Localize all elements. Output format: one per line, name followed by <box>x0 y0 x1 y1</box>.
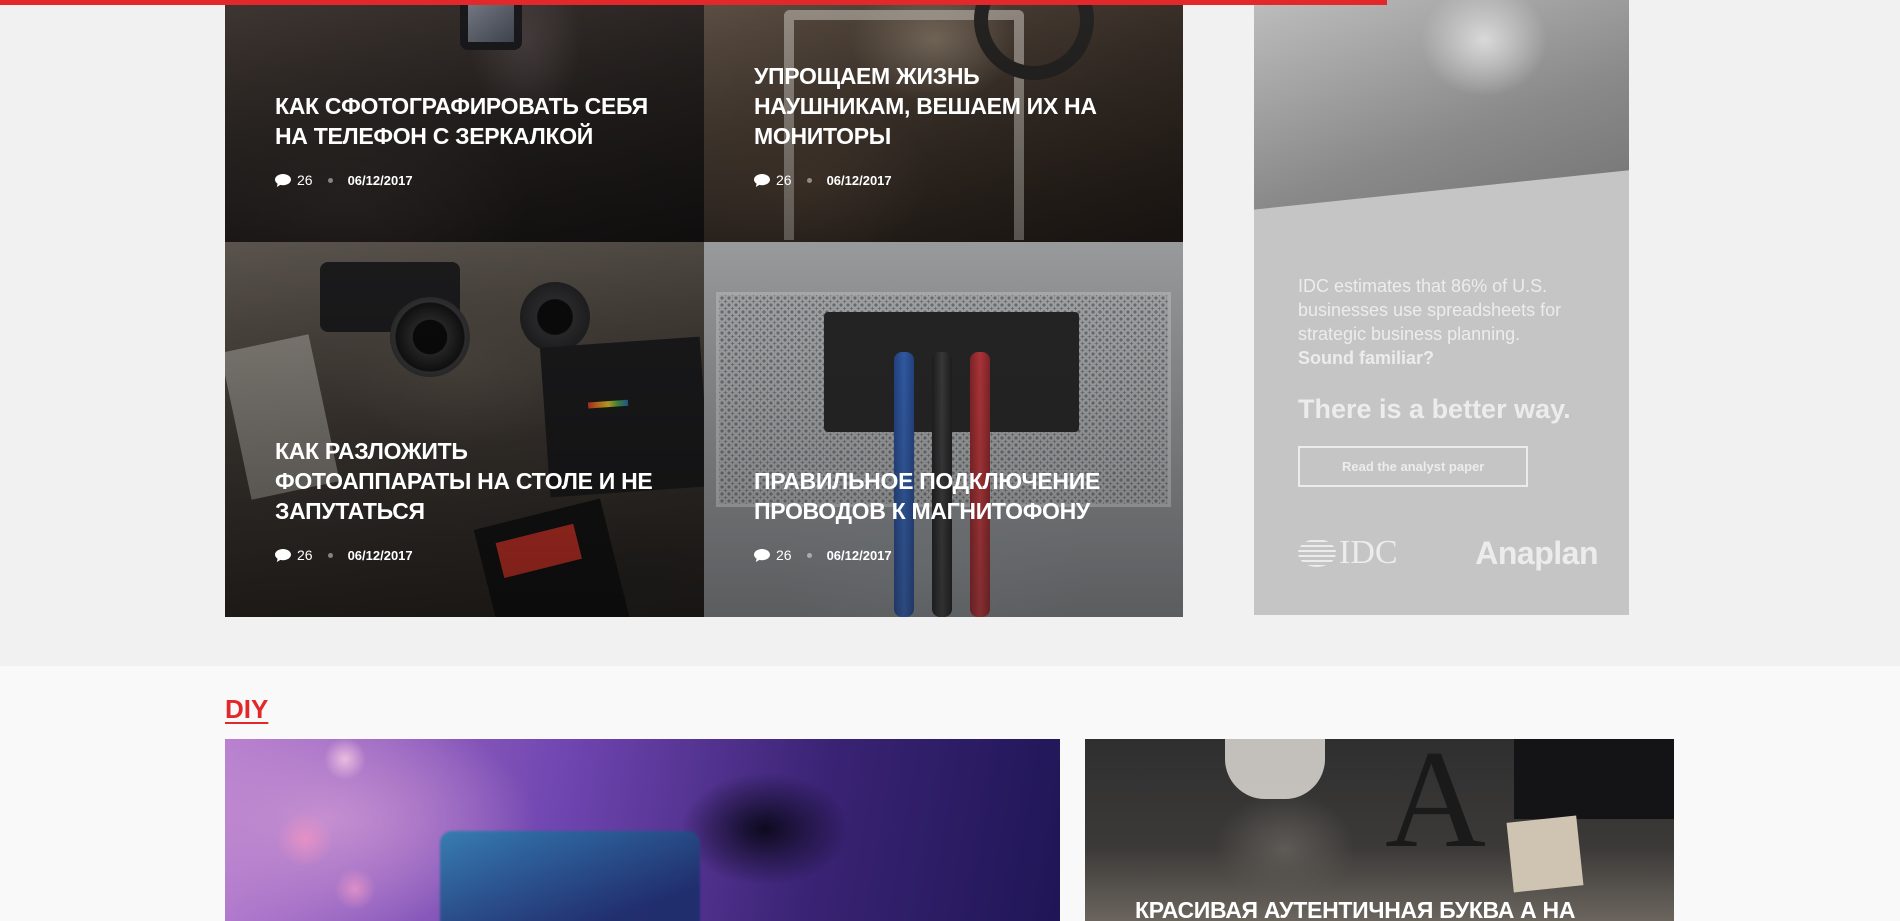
post-date: 06/12/2017 <box>347 172 413 188</box>
post-card[interactable]: УПРОЩАЕМ ЖИЗНЬ НАУШНИКАМ, ВЕШАЕМ ИХ НА М… <box>704 0 1183 242</box>
posts-grid: КАК СФОТОГРАФИРОВАТЬ СЕБЯ НА ТЕЛЕФОН С З… <box>225 0 1183 617</box>
diy-post-card[interactable]: A КРАСИВАЯ АУТЕНТИЧНАЯ БУКВА А НА <box>1085 739 1674 921</box>
comment-count[interactable]: 26 <box>776 172 792 188</box>
post-card[interactable]: КАК СФОТОГРАФИРОВАТЬ СЕБЯ НА ТЕЛЕФОН С З… <box>225 0 704 242</box>
diy-post-card-large[interactable] <box>225 739 1060 921</box>
post-title[interactable]: КАК СФОТОГРАФИРОВАТЬ СЕБЯ НА ТЕЛЕФОН С З… <box>275 91 654 151</box>
post-meta: 26 06/12/2017 <box>754 172 1133 188</box>
section-title-diy[interactable]: DIY <box>225 694 268 725</box>
comment-icon <box>754 173 770 187</box>
meta-separator <box>327 552 333 558</box>
comment-count[interactable]: 26 <box>297 172 313 188</box>
idc-globe-icon <box>1298 539 1336 567</box>
ad-cta-button[interactable]: Read the analyst paper <box>1298 446 1529 487</box>
ad-question: Sound familiar? <box>1298 348 1435 368</box>
post-title[interactable]: КАК РАЗЛОЖИТЬ ФОТОАППАРАТЫ НА СТОЛЕ И НЕ… <box>275 436 654 526</box>
meta-separator <box>806 552 812 558</box>
meta-separator <box>327 177 333 183</box>
reading-progress-bar <box>0 0 1387 5</box>
meta-separator <box>806 177 812 183</box>
diy-section: DIY A КРАСИВАЯ АУТЕНТИЧНАЯ БУКВА А НА <box>0 666 1900 921</box>
ad-photo <box>1254 0 1629 240</box>
comment-icon <box>754 548 770 562</box>
post-title[interactable]: КРАСИВАЯ АУТЕНТИЧНАЯ БУКВА А НА <box>1135 897 1575 921</box>
post-image <box>440 831 700 921</box>
post-date: 06/12/2017 <box>826 547 892 563</box>
anaplan-logo: Anaplan <box>1475 534 1598 571</box>
post-date: 06/12/2017 <box>826 172 892 188</box>
comment-icon <box>275 548 291 562</box>
comment-count[interactable]: 26 <box>297 547 313 563</box>
post-date: 06/12/2017 <box>347 547 413 563</box>
post-image-letter: A <box>1385 739 1487 877</box>
post-meta: 26 06/12/2017 <box>275 172 654 188</box>
post-meta: 26 06/12/2017 <box>275 547 654 563</box>
ad-logos: IDC Anaplan <box>1298 534 1598 572</box>
ad-headline: There is a better way. <box>1298 394 1571 424</box>
sidebar-ad-banner[interactable]: IDC estimates that 86% of U.S. businesse… <box>1254 0 1629 615</box>
post-title[interactable]: УПРОЩАЕМ ЖИЗНЬ НАУШНИКАМ, ВЕШАЕМ ИХ НА М… <box>754 61 1133 151</box>
top-posts-section: КАК СФОТОГРАФИРОВАТЬ СЕБЯ НА ТЕЛЕФОН С З… <box>0 0 1900 666</box>
post-meta: 26 06/12/2017 <box>754 547 1133 563</box>
post-card[interactable]: КАК РАЗЛОЖИТЬ ФОТОАППАРАТЫ НА СТОЛЕ И НЕ… <box>225 242 704 617</box>
ad-body-text: IDC estimates that 86% of U.S. businesse… <box>1298 276 1562 344</box>
post-title[interactable]: ПРАВИЛЬНОЕ ПОДКЛЮЧЕНИЕ ПРОВОДОВ К МАГНИТ… <box>754 466 1133 526</box>
comment-count[interactable]: 26 <box>776 547 792 563</box>
post-card[interactable]: ПРАВИЛЬНОЕ ПОДКЛЮЧЕНИЕ ПРОВОДОВ К МАГНИТ… <box>704 242 1183 617</box>
idc-logo: IDC <box>1298 534 1398 572</box>
comment-icon <box>275 173 291 187</box>
